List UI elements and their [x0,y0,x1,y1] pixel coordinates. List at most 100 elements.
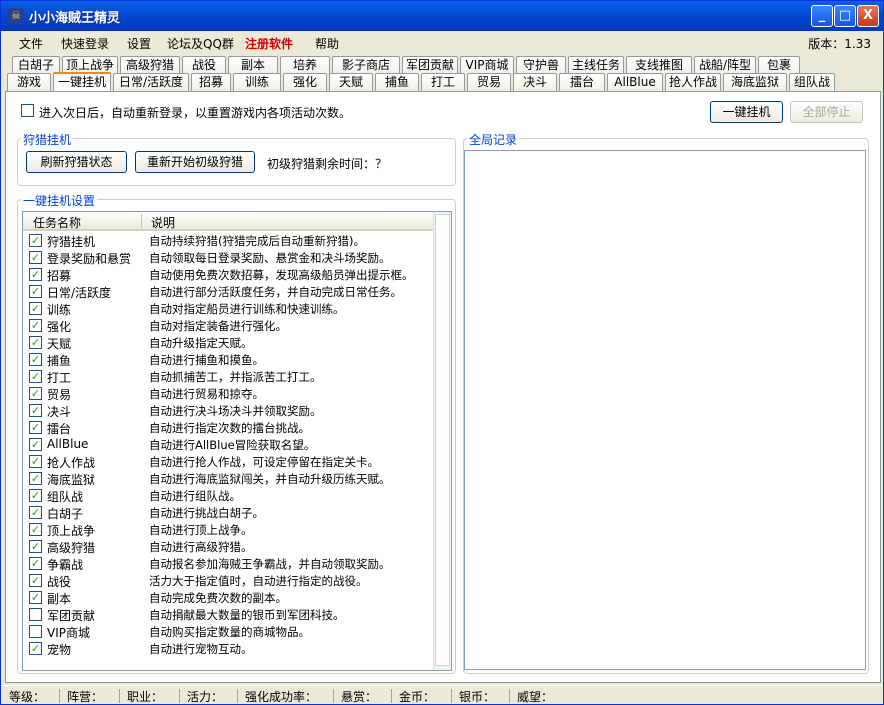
menu-quick-login[interactable]: 快速登录 [61,35,109,52]
tab-0[interactable]: 游戏 [7,73,51,91]
task-checkbox[interactable]: ✓ [29,591,42,604]
task-row[interactable]: ✓ 顶上战争 自动进行顶上战争。 [23,521,433,538]
stop-all-button[interactable]: 全部停止 [790,101,863,123]
task-checkbox[interactable]: ✓ [29,336,42,349]
task-row[interactable]: ✓ 天赋 自动升级指定天赋。 [23,334,433,351]
tab-11[interactable]: 擂台 [559,73,605,91]
minimize-button[interactable]: _ [811,5,833,27]
menu-register[interactable]: 注册软件 [245,35,293,52]
task-checkbox[interactable] [29,608,42,621]
task-row[interactable]: ✓ 决斗 自动进行决斗场决斗并领取奖励。 [23,402,433,419]
tab-5[interactable]: 强化 [283,73,327,91]
col-header-description[interactable]: 说明 [151,214,175,231]
task-row[interactable]: ✓ 战役 活力大于指定值时，自动进行指定的战役。 [23,572,433,589]
task-checkbox[interactable]: ✓ [29,421,42,434]
col-header-task-name[interactable]: 任务名称 [33,214,81,231]
task-checkbox[interactable] [29,625,42,638]
tab-2[interactable]: 日常/活跃度 [113,73,189,91]
task-row[interactable]: ✓ 抢人作战 自动进行抢人作战，可设定停留在指定关卡。 [23,453,433,470]
menu-settings[interactable]: 设置 [127,35,151,52]
tab-3[interactable]: 招募 [191,73,231,91]
tab-3[interactable]: 战役 [182,56,226,74]
task-checkbox[interactable]: ✓ [29,268,42,281]
menu-forum-qq[interactable]: 论坛及QQ群 [167,35,234,52]
task-row[interactable]: ✓ 训练 自动对指定船员进行训练和快速训练。 [23,300,433,317]
tab-4[interactable]: 训练 [233,73,281,91]
relogin-checkbox[interactable] [21,104,34,117]
task-checkbox[interactable]: ✓ [29,387,42,400]
tab-13[interactable]: 包裹 [758,56,800,74]
task-row[interactable]: ✓ 强化 自动对指定装备进行强化。 [23,317,433,334]
task-checkbox[interactable]: ✓ [29,404,42,417]
task-checkbox[interactable]: ✓ [29,438,42,451]
task-checkbox[interactable]: ✓ [29,557,42,570]
column-divider[interactable] [141,214,142,228]
tab-8[interactable]: VIP商城 [460,56,514,74]
tab-10[interactable]: 主线任务 [568,56,624,74]
task-checkbox[interactable]: ✓ [29,540,42,553]
scrollbar-thumb[interactable] [435,214,450,666]
task-row[interactable]: ✓ 白胡子 自动进行挑战白胡子。 [23,504,433,521]
tab-5[interactable]: 培养 [280,56,330,74]
task-checkbox[interactable]: ✓ [29,574,42,587]
restart-hunt-button[interactable]: 重新开始初级狩猎 [135,151,255,173]
task-row[interactable]: ✓ 宠物 自动进行宠物互动。 [23,640,433,657]
task-row[interactable]: ✓ 狩猎挂机 自动持续狩猎(狩猎完成后自动重新狩猎)。 [23,232,433,249]
close-button[interactable]: X [857,5,879,27]
task-row[interactable]: ✓ 日常/活跃度 自动进行部分活跃度任务，并自动完成日常任务。 [23,283,433,300]
tab-11[interactable]: 支线推图 [626,56,692,74]
tab-2[interactable]: 高级狩猎 [120,56,180,74]
task-checkbox[interactable]: ✓ [29,251,42,264]
tab-6[interactable]: 影子商店 [332,56,400,74]
vertical-scrollbar[interactable] [433,212,451,670]
tab-7[interactable]: 捕鱼 [375,73,419,91]
task-checkbox[interactable]: ✓ [29,302,42,315]
task-checkbox[interactable]: ✓ [29,353,42,366]
task-checkbox[interactable]: ✓ [29,455,42,468]
tab-8[interactable]: 打工 [421,73,465,91]
tab-12[interactable]: 战船/阵型 [694,56,756,74]
task-list[interactable]: 任务名称 说明 ✓ 狩猎挂机 自动持续狩猎(狩猎完成后自动重新狩猎)。 ✓ 登录奖励和悬… [22,211,452,671]
refresh-hunt-status-button[interactable]: 刷新狩猎状态 [26,151,127,173]
tab-9[interactable]: 守护兽 [516,56,566,74]
task-row[interactable]: ✓ 打工 自动抓捕苦工，并指派苦工打工。 [23,368,433,385]
task-checkbox[interactable]: ✓ [29,319,42,332]
tab-7[interactable]: 军团贡献 [402,56,458,74]
task-row[interactable]: VIP商城 自动购买指定数量的商城物品。 [23,623,433,640]
task-checkbox[interactable]: ✓ [29,642,42,655]
task-row[interactable]: ✓ 副本 自动完成免费次数的副本。 [23,589,433,606]
tab-9[interactable]: 贸易 [467,73,511,91]
task-checkbox[interactable]: ✓ [29,489,42,502]
task-row[interactable]: ✓ 高级狩猎 自动进行高级狩猎。 [23,538,433,555]
tab-0[interactable]: 白胡子 [12,56,60,74]
task-row[interactable]: ✓ AllBlue 自动进行AllBlue冒险获取名望。 [23,436,433,453]
task-row[interactable]: ✓ 组队战 自动进行组队战。 [23,487,433,504]
tab-1[interactable]: 一键挂机 [53,72,111,91]
task-row[interactable]: ✓ 招募 自动使用免费次数招募，发现高级船员弹出提示框。 [23,266,433,283]
tab-15[interactable]: 组队战 [789,73,835,91]
maximize-button[interactable]: □ [834,5,856,27]
title-bar[interactable]: ☠ 小小海贼王精灵 _ □ X [1,1,883,31]
global-log-textarea[interactable] [464,150,866,670]
task-checkbox[interactable]: ✓ [29,285,42,298]
task-row[interactable]: ✓ 争霸战 自动报名参加海贼王争霸战，并自动领取奖励。 [23,555,433,572]
task-row[interactable]: ✓ 登录奖励和悬赏 自动领取每日登录奖励、悬赏金和决斗场奖励。 [23,249,433,266]
one-key-hangup-button[interactable]: 一键挂机 [710,101,783,123]
tab-12[interactable]: AllBlue [607,73,663,91]
menu-help[interactable]: 帮助 [315,35,339,52]
task-checkbox[interactable]: ✓ [29,523,42,536]
task-row[interactable]: 军团贡献 自动捐献最大数量的银币到军团科技。 [23,606,433,623]
tab-13[interactable]: 抢人作战 [665,73,721,91]
task-row[interactable]: ✓ 海底监狱 自动进行海底监狱闯关，并自动升级历练天赋。 [23,470,433,487]
tab-10[interactable]: 决斗 [513,73,557,91]
task-checkbox[interactable]: ✓ [29,506,42,519]
task-row[interactable]: ✓ 捕鱼 自动进行捕鱼和摸鱼。 [23,351,433,368]
task-checkbox[interactable]: ✓ [29,234,42,247]
tab-14[interactable]: 海底监狱 [723,73,787,91]
tab-6[interactable]: 天赋 [329,73,373,91]
task-checkbox[interactable]: ✓ [29,472,42,485]
menu-file[interactable]: 文件 [19,35,43,52]
task-row[interactable]: ✓ 贸易 自动进行贸易和掠夺。 [23,385,433,402]
tab-4[interactable]: 副本 [228,56,278,74]
task-checkbox[interactable]: ✓ [29,370,42,383]
